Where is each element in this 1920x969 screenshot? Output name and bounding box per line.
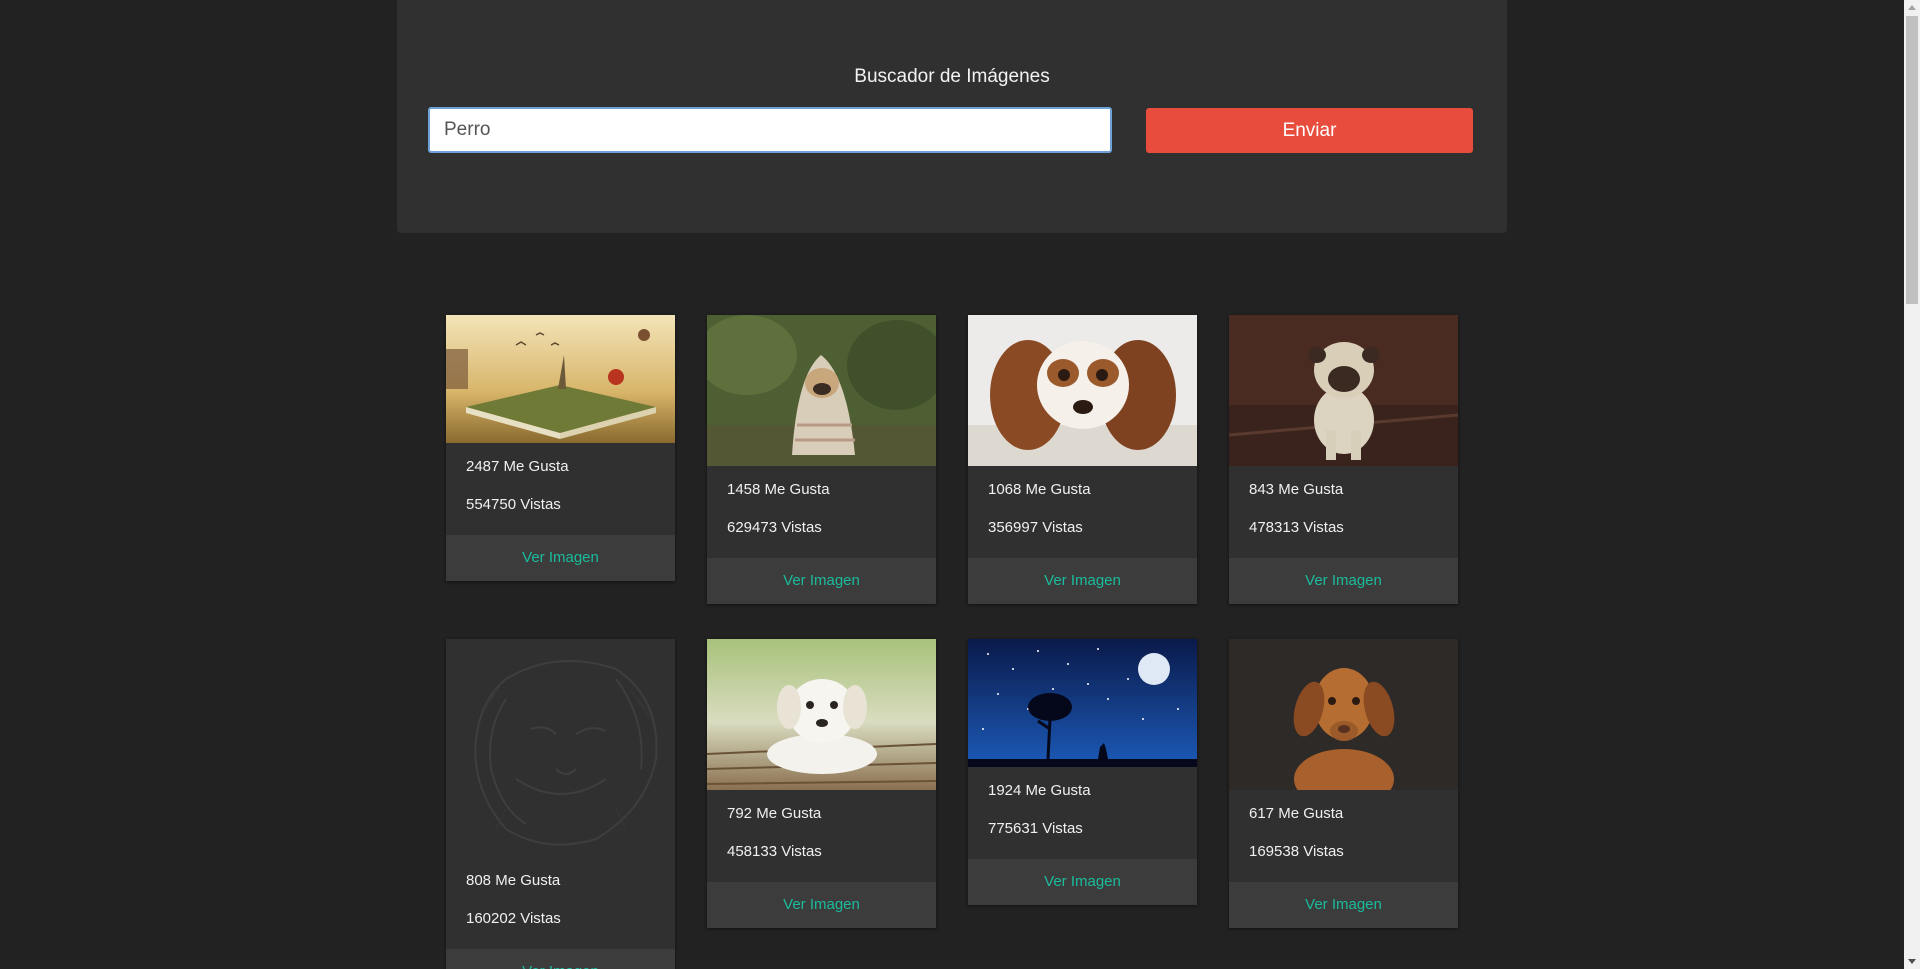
views-count: 554750 Vistas	[466, 496, 561, 513]
card-body: 617 Me Gusta 169538 Vistas	[1229, 790, 1458, 882]
pug-in-blanket-image	[707, 315, 936, 466]
image-card: 2487 Me Gusta 554750 Vistas Ver Imagen	[446, 315, 675, 581]
vizsla-dog-image	[1229, 639, 1458, 790]
views-count: 160202 Vistas	[466, 910, 561, 927]
likes-count: 808 Me Gusta	[466, 872, 561, 889]
dog-sketch-image	[446, 639, 675, 857]
views-count: 478313 Vistas	[1249, 519, 1344, 536]
views-count: 775631 Vistas	[988, 820, 1083, 837]
likes-count: 1458 Me Gusta	[727, 481, 830, 498]
image-card: 843 Me Gusta 478313 Vistas Ver Imagen	[1229, 315, 1458, 604]
view-image-link[interactable]: Ver Imagen	[446, 949, 675, 969]
search-panel: Buscador de Imágenes Enviar	[397, 0, 1507, 233]
scroll-down-arrow-icon[interactable]	[1908, 959, 1916, 964]
vertical-scrollbar[interactable]	[1904, 0, 1920, 969]
card-body: 808 Me Gusta 160202 Vistas	[446, 857, 675, 949]
likes-count: 1068 Me Gusta	[988, 481, 1091, 498]
view-image-link[interactable]: Ver Imagen	[707, 558, 936, 604]
white-puppy-image	[707, 639, 936, 790]
image-card: 792 Me Gusta 458133 Vistas Ver Imagen	[707, 639, 936, 928]
likes-count: 792 Me Gusta	[727, 805, 822, 822]
page-title: Buscador de Imágenes	[854, 66, 1050, 87]
spaniel-lying-image	[968, 315, 1197, 466]
book-landscape-image	[446, 315, 675, 443]
submit-button[interactable]: Enviar	[1146, 108, 1473, 153]
card-body: 1068 Me Gusta 356997 Vistas	[968, 466, 1197, 558]
search-input[interactable]	[428, 107, 1112, 153]
view-image-link[interactable]: Ver Imagen	[446, 535, 675, 581]
view-image-link[interactable]: Ver Imagen	[1229, 882, 1458, 928]
image-card: 1458 Me Gusta 629473 Vistas Ver Imagen	[707, 315, 936, 604]
night-wolf-moon-image	[968, 639, 1197, 767]
likes-count: 1924 Me Gusta	[988, 782, 1091, 799]
view-image-link[interactable]: Ver Imagen	[968, 558, 1197, 604]
image-card: 617 Me Gusta 169538 Vistas Ver Imagen	[1229, 639, 1458, 928]
card-body: 843 Me Gusta 478313 Vistas	[1229, 466, 1458, 558]
card-body: 2487 Me Gusta 554750 Vistas	[446, 443, 675, 535]
views-count: 458133 Vistas	[727, 843, 822, 860]
views-count: 629473 Vistas	[727, 519, 822, 536]
views-count: 169538 Vistas	[1249, 843, 1344, 860]
likes-count: 843 Me Gusta	[1249, 481, 1344, 498]
image-card: 1924 Me Gusta 775631 Vistas Ver Imagen	[968, 639, 1197, 905]
card-body: 792 Me Gusta 458133 Vistas	[707, 790, 936, 882]
view-image-link[interactable]: Ver Imagen	[968, 859, 1197, 905]
image-card: 1068 Me Gusta 356997 Vistas Ver Imagen	[968, 315, 1197, 604]
likes-count: 2487 Me Gusta	[466, 458, 569, 475]
view-image-link[interactable]: Ver Imagen	[707, 882, 936, 928]
page: Buscador de Imágenes Enviar	[0, 0, 1904, 969]
views-count: 356997 Vistas	[988, 519, 1083, 536]
card-body: 1458 Me Gusta 629473 Vistas	[707, 466, 936, 558]
likes-count: 617 Me Gusta	[1249, 805, 1344, 822]
image-card: 808 Me Gusta 160202 Vistas Ver Imagen	[446, 639, 675, 969]
pug-standing-image	[1229, 315, 1458, 466]
view-image-link[interactable]: Ver Imagen	[1229, 558, 1458, 604]
card-body: 1924 Me Gusta 775631 Vistas	[968, 767, 1197, 859]
scroll-up-arrow-icon[interactable]	[1908, 5, 1916, 10]
scroll-thumb[interactable]	[1906, 16, 1918, 304]
